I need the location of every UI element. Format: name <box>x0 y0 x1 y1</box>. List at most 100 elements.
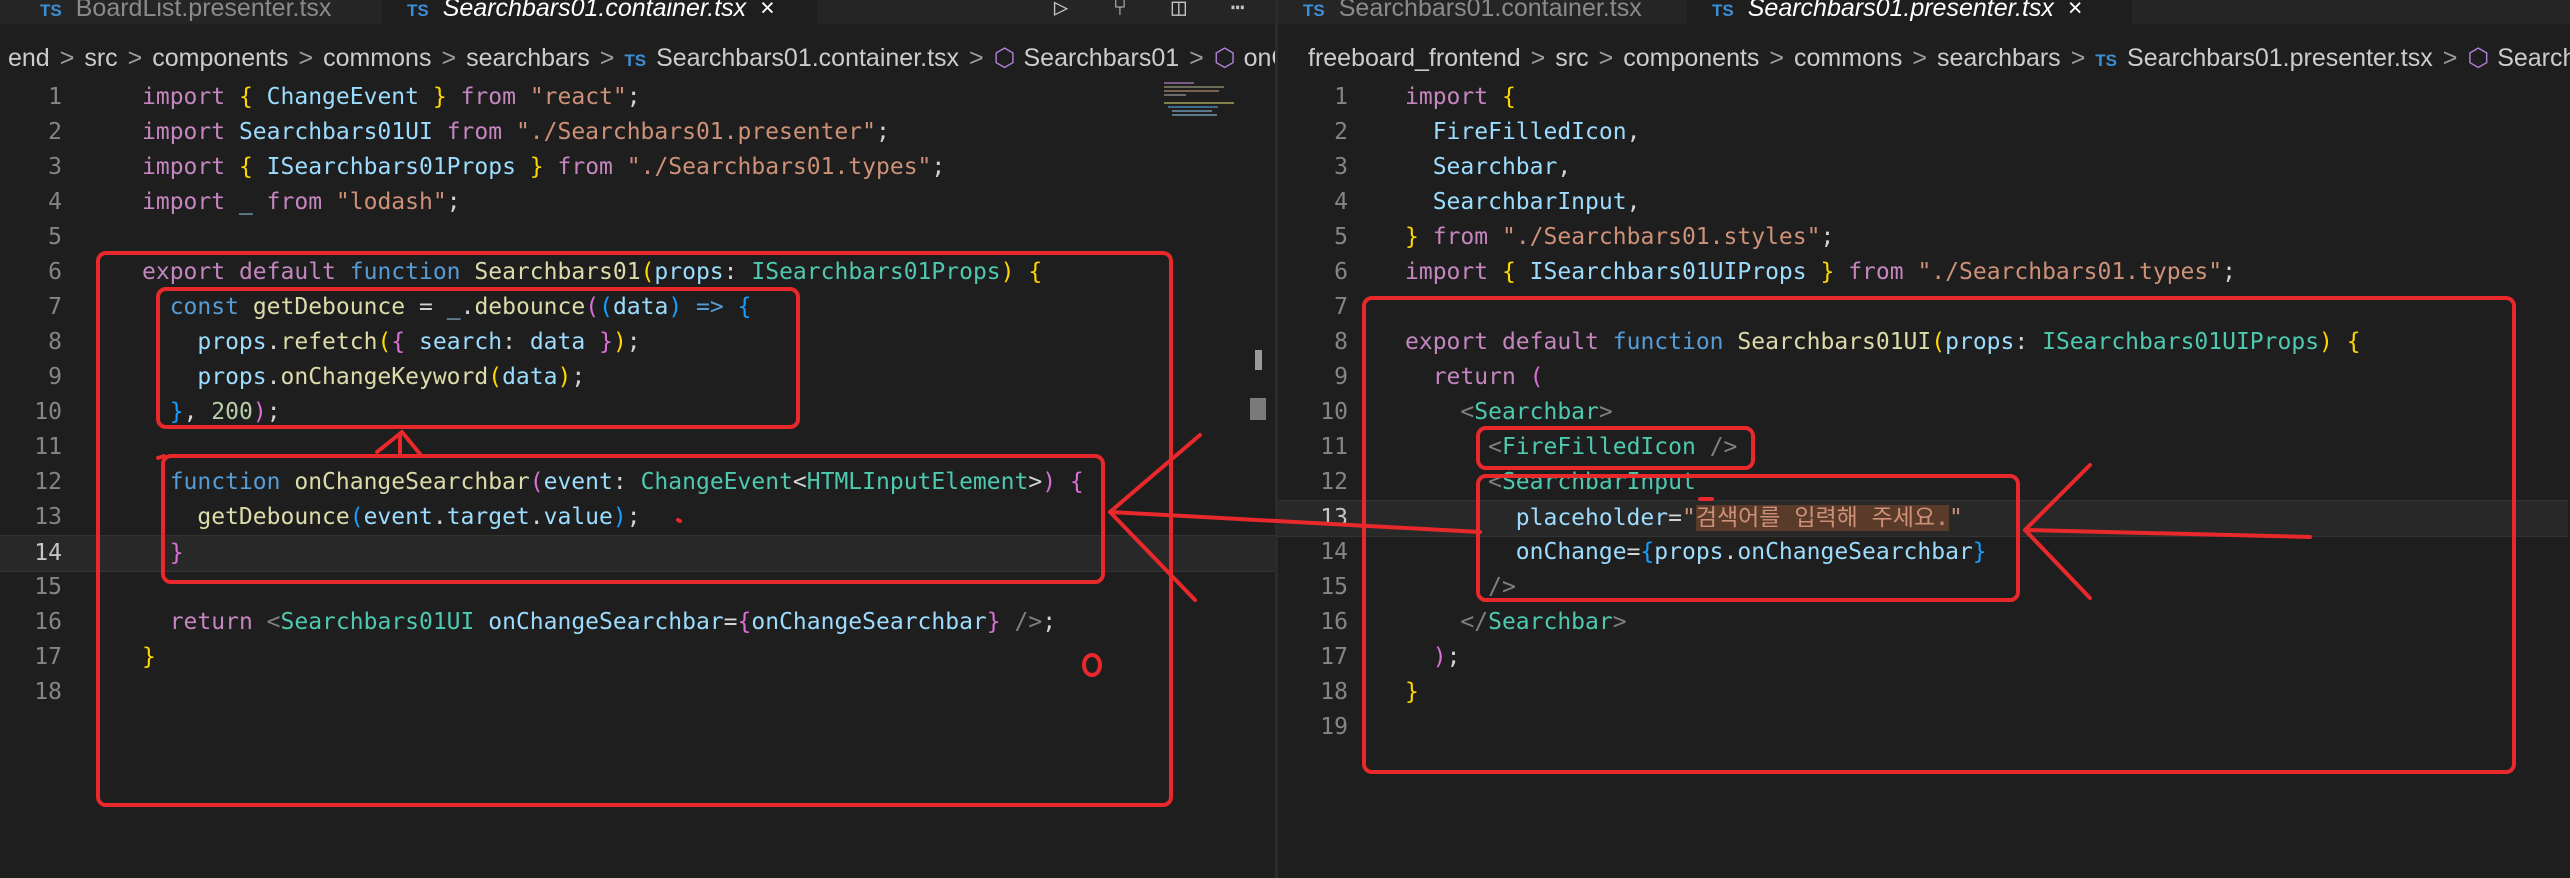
line-number: 2 <box>48 119 62 145</box>
code-line: 7 <box>1278 290 2568 325</box>
code-line: 6 export default function Searchbars01(pr… <box>0 255 1275 290</box>
line-number: 10 <box>1320 399 1348 425</box>
line-number: 9 <box>48 364 62 390</box>
symbol-icon: ⬡ <box>2467 44 2490 72</box>
chevron-right-icon: > <box>59 44 75 72</box>
line-number: 16 <box>1320 609 1348 635</box>
code-line: 18 <box>0 675 1275 710</box>
breadcrumb-item[interactable]: onCh <box>1244 38 1275 78</box>
source-control-icon[interactable]: ⑂ <box>1113 0 1127 21</box>
line-number: 7 <box>48 294 62 320</box>
minimap[interactable] <box>1160 80 1260 120</box>
breadcrumb-item[interactable]: Searchbars01 <box>1023 38 1179 78</box>
tab-searchbars-container[interactable]: TS Searchbars01.container.tsx <box>1278 0 1708 24</box>
typescript-icon: TS <box>624 51 647 70</box>
code-line: 19 <box>1278 710 2568 745</box>
breadcrumb: freeboard_frontend > src > components > common… <box>1308 38 2570 78</box>
code-line: 16 return <Searchbars01UI onChangeSearch… <box>0 605 1275 640</box>
tab-boardlist-presenter[interactable]: TS BoardList.presenter.tsx <box>0 0 420 24</box>
tab-label: Searchbars01.container.tsx <box>442 0 747 22</box>
breadcrumb-item[interactable]: src <box>1555 38 1588 78</box>
breadcrumb-item[interactable]: searchbars <box>466 38 590 78</box>
chevron-right-icon: > <box>441 44 457 72</box>
code-line: 17 ); <box>1278 640 2568 675</box>
code-line: 18} <box>1278 675 2568 710</box>
breadcrumb-item[interactable]: src <box>84 38 117 78</box>
code-line: 9 props.onChangeKeyword(data); <box>0 360 1275 395</box>
line-number: 18 <box>34 679 62 705</box>
scrollbar-marker[interactable] <box>1255 350 1262 370</box>
line-number: 15 <box>34 574 62 600</box>
close-icon[interactable]: × <box>2068 0 2083 22</box>
code-line: 16 </Searchbar> <box>1278 605 2568 640</box>
typescript-icon: TS <box>2095 51 2118 70</box>
line-number: 16 <box>34 609 62 635</box>
tab-searchbars-container[interactable]: TS Searchbars01.container.tsx × <box>382 0 817 24</box>
breadcrumb-item[interactable]: freeboard_frontend <box>1308 38 1521 78</box>
typescript-icon: TS <box>40 1 62 20</box>
breadcrumb-item[interactable]: components <box>1623 38 1759 78</box>
more-actions-icon[interactable]: ⋯ <box>1231 0 1245 21</box>
line-number: 13 <box>1320 505 1348 531</box>
code-line: 15 <box>0 570 1275 605</box>
breadcrumb-item[interactable]: end <box>8 38 50 78</box>
line-number: 1 <box>48 84 62 110</box>
current-line: 13 placeholder="검색어를 입력해 주세요." <box>1278 500 2568 537</box>
breadcrumb-item[interactable]: searchbars <box>1937 38 2061 78</box>
line-number: 13 <box>34 504 62 530</box>
line-number: 4 <box>48 189 62 215</box>
typescript-icon: TS <box>407 1 429 20</box>
breadcrumb: end > src > components > commons > searchbars > TS… <box>8 38 1275 78</box>
line-number: 8 <box>48 329 62 355</box>
breadcrumb-item[interactable]: Searchbars01.presenter.tsx <box>2127 38 2433 78</box>
tab-label: Searchbars01.presenter.tsx <box>1747 0 2054 22</box>
scrollbar-marker[interactable] <box>1250 398 1266 420</box>
line-number: 8 <box>1334 329 1348 355</box>
code-line: 9 return ( <box>1278 360 2568 395</box>
line-number: 6 <box>48 259 62 285</box>
chevron-right-icon: > <box>969 44 984 72</box>
line-number: 15 <box>1320 574 1348 600</box>
editor-actions: ▷ ⑂ ◫ ⋯ <box>1024 0 1245 19</box>
tab-bar: TS BoardList.presenter.tsx TS Searchbars01… <box>0 0 1275 24</box>
chevron-right-icon: > <box>1530 44 1546 72</box>
tab-searchbars-presenter[interactable]: TS Searchbars01.presenter.tsx × <box>1687 0 2132 24</box>
breadcrumb-item[interactable]: commons <box>323 38 431 78</box>
code-line: 17} <box>0 640 1275 675</box>
close-icon[interactable]: × <box>760 0 775 22</box>
run-icon[interactable]: ▷ <box>1054 0 1068 21</box>
current-line: 14 } <box>0 535 1275 572</box>
chevron-right-icon: > <box>1598 44 1614 72</box>
typescript-icon: TS <box>1303 1 1325 20</box>
tab-label: Searchbars01.container.tsx <box>1338 0 1642 22</box>
typescript-icon: TS <box>1712 1 1734 20</box>
symbol-icon: ⬡ <box>993 44 1016 72</box>
line-number: 7 <box>1334 294 1348 320</box>
code-line: 4 import _ from "lodash"; <box>0 185 1275 220</box>
line-number: 17 <box>34 644 62 670</box>
code-line: 15 /> <box>1278 570 2568 605</box>
line-number: 19 <box>1320 714 1348 740</box>
code-line: 8 export default function Searchbars01UI(… <box>1278 325 2568 360</box>
editor-pane-left: TS BoardList.presenter.tsx TS Searchbars01… <box>0 0 1275 878</box>
line-number: 10 <box>34 399 62 425</box>
line-number: 6 <box>1334 259 1348 285</box>
breadcrumb-item[interactable]: components <box>152 38 288 78</box>
symbol-icon: ⬡ <box>1213 44 1236 72</box>
code-line: 6 import { ISearchbars01UIProps } from ".… <box>1278 255 2568 290</box>
line-number: 5 <box>48 224 62 250</box>
line-number: 5 <box>1334 224 1348 250</box>
tab-label: BoardList.presenter.tsx <box>75 0 332 22</box>
line-number: 11 <box>34 434 62 460</box>
code-line: 12 function onChangeSearchbar(event: Cha… <box>0 465 1275 500</box>
breadcrumb-item[interactable]: Searchbars01.container.tsx <box>656 38 959 78</box>
code-line: 12 <SearchbarInput <box>1278 465 2568 500</box>
tab-bar: TS Searchbars01.container.tsx TS Searchbar… <box>1278 0 2570 24</box>
breadcrumb-item[interactable]: Searchb <box>2497 38 2570 78</box>
chevron-right-icon: > <box>1912 44 1928 72</box>
breadcrumb-item[interactable]: commons <box>1794 38 1902 78</box>
line-number: 18 <box>1320 679 1348 705</box>
chevron-right-icon: > <box>1189 44 1204 72</box>
code-line: 10 }, 200); <box>0 395 1275 430</box>
split-editor-icon[interactable]: ◫ <box>1172 0 1186 21</box>
